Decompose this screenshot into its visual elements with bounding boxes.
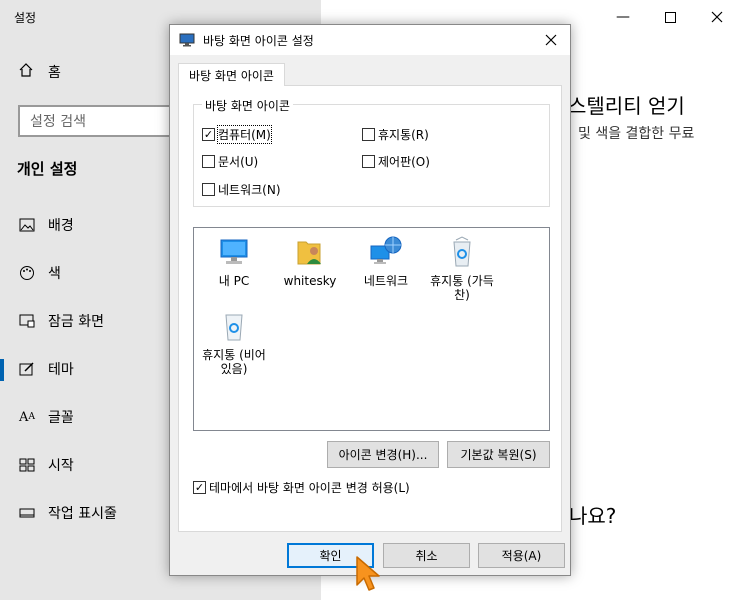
nav-item-label: 글꼴 [48,410,74,426]
icon-label: whitesky [283,274,337,288]
checkbox-network[interactable]: 네트워크(N) [202,181,281,198]
cancel-button[interactable]: 취소 [383,543,470,568]
image-icon [18,216,36,234]
checkbox-unchecked-icon [362,128,375,141]
nav-item-label: 작업 표시줄 [48,506,117,522]
tab-desktop-icons[interactable]: 바탕 화면 아이콘 [178,63,285,86]
list-item-network[interactable]: 네트워크 [350,234,422,288]
checkbox-checked-icon: ✓ [202,128,215,141]
nav-item-label: 시작 [48,458,74,474]
nav-item-label: 색 [48,266,61,282]
icon-label: 네트워크 [363,274,409,288]
checkbox-allow-themes[interactable]: ✓ 테마에서 바탕 화면 아이콘 변경 허용(L) [193,479,410,496]
taskbar-icon [18,504,36,522]
checkbox-unchecked-icon [202,155,215,168]
restore-default-button[interactable]: 기본값 복원(S) [447,441,550,468]
list-item-this-pc[interactable]: 내 PC [198,234,270,288]
palette-icon [18,264,36,282]
checkbox-computer[interactable]: ✓ 컴퓨터(M) [202,125,272,144]
lock-screen-icon [18,312,36,330]
user-folder-icon [297,241,321,265]
change-icon-button[interactable]: 아이콘 변경(H)... [327,441,439,468]
section-title: 개인 설정 [17,160,78,178]
checkbox-checked-icon: ✓ [193,481,206,494]
nav-home-label: 홈 [48,65,61,81]
checkbox-recycle-bin[interactable]: 휴지통(R) [362,126,429,143]
list-item-recycle-full[interactable]: 휴지통 (가득 찬) [426,234,498,302]
list-item-user[interactable]: whitesky [274,234,346,288]
close-icon[interactable] [694,6,740,28]
network-icon [370,236,402,264]
group-label: 바탕 화면 아이콘 [202,97,293,114]
checkbox-control-panel[interactable]: 제어판(O) [362,153,430,170]
nav-item-label: 배경 [48,218,74,234]
checkbox-label: 컴퓨터(M) [217,125,272,144]
recycle-bin-empty-icon [225,314,243,341]
start-icon [18,456,36,474]
checkbox-unchecked-icon [202,183,215,196]
content-description: 및 색을 결합한 무료 [578,126,695,142]
nav-item-label: 잠금 화면 [48,314,104,330]
tab-panel: 바탕 화면 아이콘 ✓ 컴퓨터(M) 휴지통(R) 문서(U) 제어판(O) 네… [178,85,562,532]
desktop-settings-icon [179,33,195,47]
home-icon [18,62,34,82]
icon-label: 내 PC [218,274,250,288]
theme-icon [18,360,36,378]
content-question: 나요? [569,504,617,528]
checkbox-documents[interactable]: 문서(U) [202,153,258,170]
content-heading[interactable]: 스텔리티 얻기 [568,90,685,119]
icon-label: 휴지통 (비어 있음) [202,348,266,376]
font-icon: AA [19,409,35,425]
checkbox-label: 문서(U) [218,155,259,169]
checkbox-label: 테마에서 바탕 화면 아이콘 변경 허용(L) [209,481,410,495]
dialog-titlebar[interactable]: 바탕 화면 아이콘 설정 [170,25,570,55]
nav-item-label: 테마 [48,362,74,378]
desktop-icon-settings-dialog: 바탕 화면 아이콘 설정 바탕 화면 아이콘 바탕 화면 아이콘 ✓ 컴퓨터(M… [169,24,571,576]
settings-window-title: 설정 [14,11,37,25]
recycle-bin-full-icon [453,236,471,267]
dialog-close-icon[interactable] [540,29,562,51]
apply-button[interactable]: 적용(A) [478,543,565,568]
maximize-icon[interactable] [647,6,693,28]
desktop-icons-group: 바탕 화면 아이콘 ✓ 컴퓨터(M) 휴지통(R) 문서(U) 제어판(O) 네… [193,97,550,207]
icon-list[interactable]: 내 PC whitesky 네트워크 휴지통 (가득 찬) 휴지통 (비어 있음… [193,227,550,431]
checkbox-label: 제어판(O) [378,155,430,169]
dialog-title: 바탕 화면 아이콘 설정 [203,33,314,48]
list-item-recycle-empty[interactable]: 휴지통 (비어 있음) [198,308,270,376]
icon-label: 휴지통 (가득 찬) [430,274,494,302]
mouse-cursor-icon [356,556,380,591]
nav-home[interactable]: 홈 [18,62,61,82]
checkbox-label: 휴지통(R) [378,128,429,142]
checkbox-label: 네트워크(N) [218,183,281,197]
checkbox-unchecked-icon [362,155,375,168]
minimize-icon[interactable]: — [600,6,646,28]
computer-icon [220,239,248,264]
